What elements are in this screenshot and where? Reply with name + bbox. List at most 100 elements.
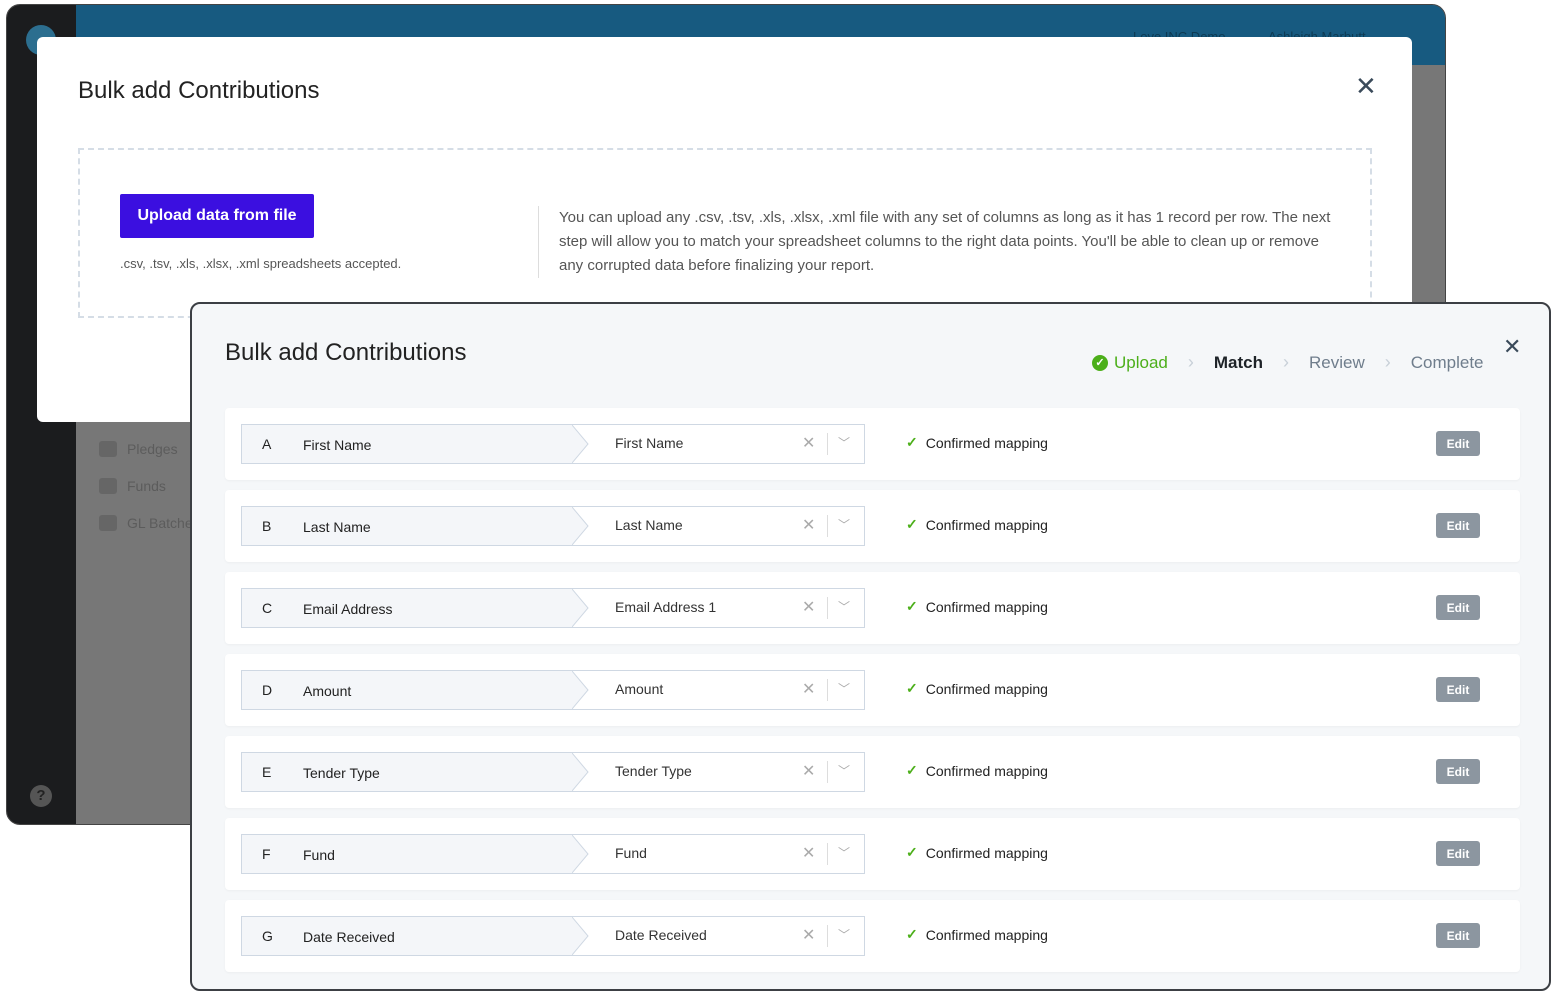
mapping-status: ✓ Confirmed mapping: [906, 434, 1048, 451]
arrow-divider: [572, 917, 589, 955]
column-letter: F: [262, 846, 271, 862]
divider: [827, 761, 828, 783]
clear-icon[interactable]: ✕: [802, 761, 815, 781]
nav-label: Pledges: [127, 441, 178, 457]
source-column: [242, 917, 588, 955]
modal-title: Bulk add Contributions: [78, 77, 320, 104]
nav-gl-batches[interactable]: GL Batches: [99, 515, 200, 531]
column-letter: E: [262, 764, 272, 780]
source-column-name: Date Received: [303, 929, 395, 945]
column-mapping: B Last Name Last Name ✕ ﹀: [241, 506, 865, 546]
destination-field-select[interactable]: Date Received: [615, 927, 707, 943]
destination-field-select[interactable]: Last Name: [615, 517, 683, 533]
edit-button[interactable]: Edit: [1436, 595, 1480, 620]
upload-file-button[interactable]: Upload data from file: [120, 194, 314, 238]
divider: [827, 515, 828, 537]
source-column: [242, 507, 588, 545]
chevron-down-icon[interactable]: ﹀: [838, 516, 850, 533]
divider: [827, 925, 828, 947]
nav-pledges[interactable]: Pledges: [99, 441, 178, 457]
column-letter: A: [262, 436, 272, 452]
nav-label: GL Batches: [127, 515, 200, 531]
chevron-down-icon[interactable]: ﹀: [838, 680, 850, 697]
destination-field-select[interactable]: First Name: [615, 435, 683, 451]
edit-button[interactable]: Edit: [1436, 759, 1480, 784]
check-icon: ✓: [906, 762, 918, 778]
clear-icon[interactable]: ✕: [802, 433, 815, 453]
close-icon[interactable]: ✕: [1503, 336, 1521, 358]
chevron-right-icon: ›: [1384, 352, 1391, 372]
clear-icon[interactable]: ✕: [802, 925, 815, 945]
match-modal: Bulk add Contributions ✓ Upload › Match ›…: [190, 302, 1551, 991]
check-icon: ✓: [906, 598, 918, 614]
arrow-divider: [572, 753, 589, 791]
column-mapping: E Tender Type Tender Type ✕ ﹀: [241, 752, 865, 792]
source-column-name: Tender Type: [303, 765, 380, 781]
destination-field-select[interactable]: Tender Type: [615, 763, 692, 779]
destination-field-select[interactable]: Email Address 1: [615, 599, 716, 615]
mapping-row: B Last Name Last Name ✕ ﹀ ✓ Confirmed map…: [225, 490, 1520, 562]
source-column-name: First Name: [303, 437, 372, 453]
chevron-down-icon[interactable]: ﹀: [838, 434, 850, 451]
funds-icon: [99, 478, 117, 494]
source-column: [242, 589, 588, 627]
chevron-down-icon[interactable]: ﹀: [838, 844, 850, 861]
source-column: [242, 425, 588, 463]
edit-button[interactable]: Edit: [1436, 841, 1480, 866]
status-text: Confirmed mapping: [925, 680, 1048, 697]
clear-icon[interactable]: ✕: [802, 843, 815, 863]
source-column: [242, 753, 588, 791]
gl-batches-icon: [99, 515, 117, 531]
column-letter: D: [262, 682, 273, 698]
stepper: ✓ Upload › Match › Review › Complete: [1092, 352, 1484, 373]
clear-icon[interactable]: ✕: [802, 597, 815, 617]
destination-field-select[interactable]: Amount: [615, 681, 663, 697]
arrow-divider: [572, 835, 589, 873]
source-column: [242, 835, 588, 873]
check-icon: ✓: [906, 516, 918, 532]
mapping-status: ✓ Confirmed mapping: [906, 844, 1048, 861]
chevron-right-icon: ›: [1187, 352, 1194, 372]
upload-dropzone[interactable]: Upload data from file .csv, .tsv, .xls, …: [78, 148, 1372, 318]
clear-icon[interactable]: ✕: [802, 515, 815, 535]
edit-button[interactable]: Edit: [1436, 677, 1480, 702]
mapping-status: ✓ Confirmed mapping: [906, 680, 1048, 697]
mapping-status: ✓ Confirmed mapping: [906, 516, 1048, 533]
nav-funds[interactable]: Funds: [99, 478, 166, 494]
arrow-divider: [572, 589, 589, 627]
check-circle-icon: ✓: [1092, 354, 1108, 371]
mapping-row: A First Name First Name ✕ ﹀ ✓ Confirmed m…: [225, 408, 1520, 480]
chevron-down-icon[interactable]: ﹀: [838, 762, 850, 779]
mapping-row: C Email Address Email Address 1 ✕ ﹀ ✓ Con…: [225, 572, 1520, 644]
arrow-divider: [572, 507, 589, 545]
chevron-down-icon[interactable]: ﹀: [838, 926, 850, 943]
step-match: Match: [1213, 352, 1263, 372]
edit-button[interactable]: Edit: [1436, 513, 1480, 538]
check-icon: ✓: [906, 434, 918, 450]
source-column: [242, 671, 588, 709]
column-mapping: A First Name First Name ✕ ﹀: [241, 424, 865, 464]
help-icon[interactable]: ?: [30, 785, 52, 807]
nav-label: Funds: [127, 478, 166, 494]
accepted-formats: .csv, .tsv, .xls, .xlsx, .xml spreadshee…: [120, 256, 402, 271]
status-text: Confirmed mapping: [925, 434, 1048, 451]
step-review: Review: [1309, 352, 1365, 372]
mapping-row: D Amount Amount ✕ ﹀ ✓ Confirmed mapping E…: [225, 654, 1520, 726]
destination-field-select[interactable]: Fund: [615, 845, 647, 861]
status-text: Confirmed mapping: [925, 844, 1048, 861]
status-text: Confirmed mapping: [925, 598, 1048, 615]
source-column-name: Email Address: [303, 601, 393, 617]
edit-button[interactable]: Edit: [1436, 431, 1480, 456]
modal-title: Bulk add Contributions: [225, 339, 467, 366]
mapping-status: ✓ Confirmed mapping: [906, 762, 1048, 779]
arrow-divider: [572, 671, 589, 709]
chevron-down-icon[interactable]: ﹀: [838, 598, 850, 615]
source-column-name: Last Name: [303, 519, 371, 535]
clear-icon[interactable]: ✕: [802, 679, 815, 699]
source-column-name: Fund: [303, 847, 335, 863]
edit-button[interactable]: Edit: [1436, 923, 1480, 948]
mapping-row: F Fund Fund ✕ ﹀ ✓ Confirmed mapping Edit: [225, 818, 1520, 890]
close-icon[interactable]: ✕: [1355, 73, 1377, 99]
divider: [827, 679, 828, 701]
check-icon: ✓: [906, 844, 918, 860]
